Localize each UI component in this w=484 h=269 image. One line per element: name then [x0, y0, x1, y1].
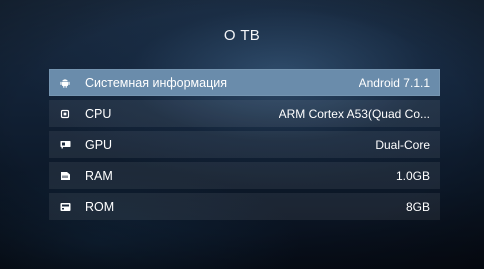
list-item-gpu[interactable]: GPU Dual-Core	[49, 131, 440, 158]
page-title: О ТВ	[223, 27, 261, 44]
list-item-value: 1.0GB	[395, 168, 430, 183]
list-item-value: 8GB	[405, 199, 430, 214]
list-item-label: ROM	[85, 199, 115, 214]
list-item-value: Dual-Core	[375, 137, 430, 152]
ram-module-icon	[59, 170, 71, 182]
list-item-label: RAM	[85, 168, 113, 183]
list-item-ram[interactable]: RAM 1.0GB	[49, 162, 440, 189]
cpu-chip-icon	[59, 108, 71, 120]
list-item-rom[interactable]: ROM 8GB	[49, 193, 440, 220]
rom-storage-icon	[59, 201, 71, 213]
gpu-card-icon	[59, 139, 71, 151]
list-item-value: Android 7.1.1	[358, 75, 430, 90]
list-item-cpu[interactable]: CPU ARM Cortex A53(Quad Co...	[49, 100, 440, 127]
list-item-system-info[interactable]: Системная информация Android 7.1.1	[49, 69, 440, 96]
info-list: Системная информация Android 7.1.1 CPU A…	[49, 69, 440, 224]
list-item-label: Системная информация	[85, 75, 228, 90]
list-item-label: GPU	[85, 137, 113, 152]
about-tv-screen: О ТВ Системная информация Android 7.1.1	[0, 0, 484, 269]
list-item-label: CPU	[85, 106, 112, 121]
list-item-value: ARM Cortex A53(Quad Co...	[278, 106, 430, 121]
android-icon	[59, 77, 71, 89]
